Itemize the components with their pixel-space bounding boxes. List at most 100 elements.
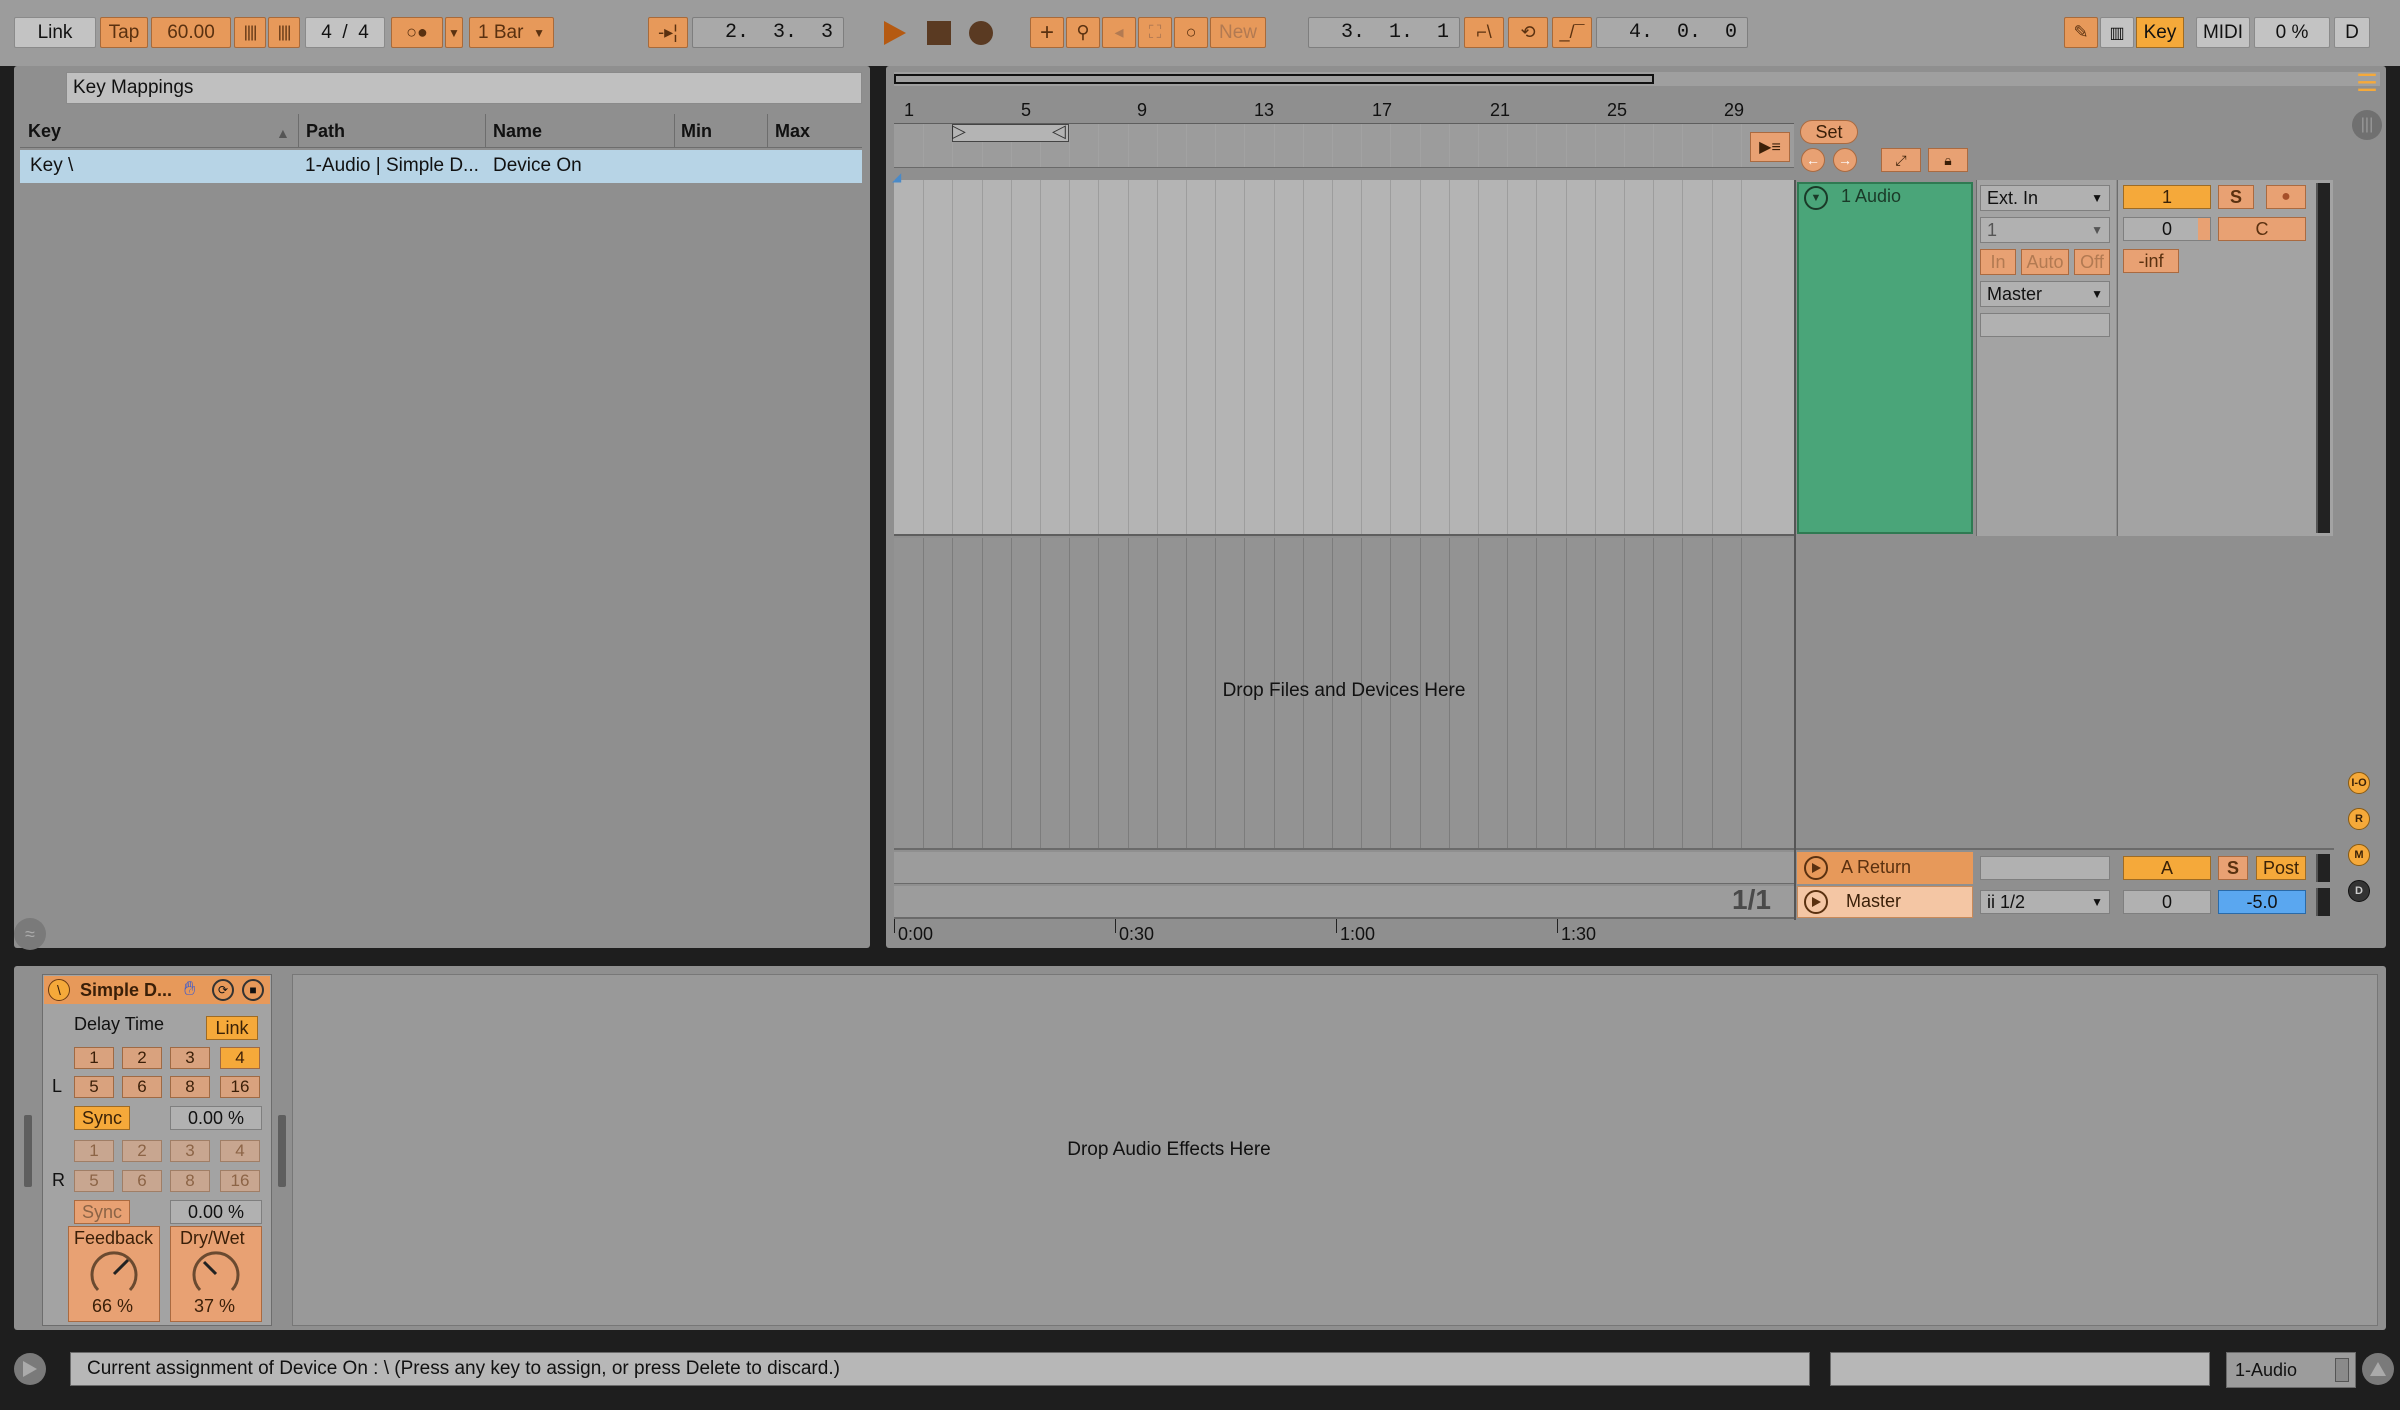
left-beat-6[interactable]: 6 (122, 1076, 162, 1098)
left-offset-field[interactable]: 0.00 % (170, 1106, 262, 1130)
return-output-select[interactable] (1980, 856, 2110, 880)
master-pan-field[interactable]: 0 (2123, 890, 2211, 914)
track-fold-button[interactable]: ▼ (1804, 186, 1828, 210)
groove-pool-button[interactable]: ≈ (14, 918, 46, 950)
loop-length-field[interactable]: 4. 0. 0 (1596, 17, 1748, 48)
metronome-button[interactable]: ○● (391, 17, 443, 48)
right-beat-6[interactable]: 6 (122, 1170, 162, 1192)
device-on-button[interactable]: \ (48, 979, 70, 1001)
overview-window[interactable] (894, 74, 1654, 84)
left-sync-toggle[interactable]: Sync (74, 1106, 130, 1130)
set-locator-button[interactable]: Set (1800, 120, 1858, 144)
return-track-lane[interactable] (894, 852, 1794, 884)
right-beat-5[interactable]: 5 (74, 1170, 114, 1192)
monitor-off-button[interactable]: Off (2074, 249, 2110, 275)
nudge-down-button[interactable]: |||| (234, 17, 266, 48)
play-button[interactable] (877, 17, 911, 48)
right-beat-3[interactable]: 3 (170, 1140, 210, 1162)
info-view-button[interactable] (14, 1353, 46, 1385)
current-track-display[interactable]: 1-Audio (2226, 1352, 2356, 1388)
previous-locator-button[interactable]: ← (1801, 148, 1825, 172)
tempo-field[interactable]: 60.00 (151, 17, 231, 48)
right-beat-16[interactable]: 16 (220, 1170, 260, 1192)
session-view-button[interactable]: ☰ (2352, 68, 2382, 98)
capture-button[interactable]: ⛶ (1138, 17, 1172, 48)
right-offset-field[interactable]: 0.00 % (170, 1200, 262, 1224)
arrangement-position[interactable]: 2. 3. 3 (692, 17, 844, 48)
punch-in-button[interactable]: ⌐\ (1464, 17, 1504, 48)
input-channel-select[interactable]: 1 ▼ (1980, 217, 2110, 243)
save-preset-icon[interactable]: ■ (242, 979, 264, 1001)
follow-button[interactable]: -▸¦ (648, 17, 688, 48)
loop-button[interactable]: ⟲ (1508, 17, 1548, 48)
punch-out-button[interactable]: _/¯ (1552, 17, 1592, 48)
column-name[interactable]: Name (493, 121, 542, 142)
left-beat-8[interactable]: 8 (170, 1076, 210, 1098)
input-type-select[interactable]: Ext. In ▼ (1980, 185, 2110, 211)
feedback-knob[interactable] (88, 1248, 140, 1300)
monitor-auto-button[interactable]: Auto (2021, 249, 2069, 275)
return-name[interactable]: A Return (1841, 857, 1911, 878)
left-beat-2[interactable]: 2 (122, 1047, 162, 1069)
return-fold-button[interactable] (1804, 856, 1828, 880)
link-button[interactable]: Link (14, 17, 96, 48)
pan-knob[interactable]: C (2218, 217, 2306, 241)
right-beat-1[interactable]: 1 (74, 1140, 114, 1162)
draw-mode-button[interactable]: ✎ (2064, 17, 2098, 48)
key-map-button[interactable]: Key (2136, 17, 2184, 48)
mixer-toggle-icon[interactable]: M (2348, 844, 2370, 866)
return-solo-button[interactable]: S (2218, 856, 2248, 880)
midi-map-button[interactable]: MIDI (2196, 17, 2250, 48)
nudge-up-button[interactable]: |||| (268, 17, 300, 48)
column-key[interactable]: Key (28, 121, 61, 142)
record-button[interactable] (964, 17, 998, 48)
return-activator-button[interactable]: A (2123, 856, 2211, 880)
master-track-lane[interactable] (894, 886, 1794, 918)
hand-icon[interactable]: ✋︎ (184, 978, 195, 1001)
right-beat-2[interactable]: 2 (122, 1140, 162, 1162)
audio-track-lane[interactable] (894, 180, 1794, 536)
right-beat-8[interactable]: 8 (170, 1170, 210, 1192)
master-fold-button[interactable] (1804, 890, 1828, 914)
arrangement-drop-area[interactable]: Drop Files and Devices Here (894, 538, 1794, 848)
link-toggle[interactable]: Link (206, 1016, 258, 1040)
time-ruler[interactable]: 0:00 0:30 1:00 1:30 (894, 918, 1794, 946)
audio-track-header[interactable] (1797, 182, 1973, 534)
lock-button[interactable]: 🔒︎ (1928, 148, 1968, 172)
master-name[interactable]: Master (1846, 891, 1901, 912)
hot-swap-icon[interactable]: ⟳ (212, 979, 234, 1001)
back-to-arrangement-button[interactable]: ◂ (1102, 17, 1136, 48)
left-beat-5[interactable]: 5 (74, 1076, 114, 1098)
master-volume-field[interactable]: -5.0 (2218, 890, 2306, 914)
right-beat-4[interactable]: 4 (220, 1140, 260, 1162)
next-locator-button[interactable]: → (1833, 148, 1857, 172)
output-channel-select[interactable] (1980, 313, 2110, 337)
io-toggle-icon[interactable]: I-O (2348, 772, 2370, 794)
delay-toggle-icon[interactable]: D (2348, 880, 2370, 902)
expand-detail-button[interactable] (2362, 1353, 2394, 1385)
new-clip-button[interactable]: New (1210, 17, 1266, 48)
automation-arm-button[interactable]: ⚲ (1066, 17, 1100, 48)
loop-bar-strip[interactable]: ▷ ◁ (894, 124, 1794, 168)
drywet-knob[interactable] (190, 1248, 242, 1300)
audio-effects-drop-area[interactable]: Drop Audio Effects Here (292, 974, 2378, 1326)
column-max[interactable]: Max (775, 121, 810, 142)
loop-start-field[interactable]: 3. 1. 1 (1308, 17, 1460, 48)
left-beat-1[interactable]: 1 (74, 1047, 114, 1069)
left-beat-3[interactable]: 3 (170, 1047, 210, 1069)
expand-tracks-button[interactable]: ⤢ (1881, 148, 1921, 172)
column-path[interactable]: Path (306, 121, 345, 142)
overdub-button[interactable]: + (1030, 17, 1064, 48)
stop-button[interactable] (922, 17, 956, 48)
track-name[interactable]: 1 Audio (1841, 186, 1901, 207)
time-signature-field[interactable]: 4 / 4 (305, 17, 385, 48)
computer-keyboard-button[interactable]: ▥ (2100, 17, 2134, 48)
arrangement-view-button[interactable]: ||| (2352, 110, 2382, 140)
metronome-menu[interactable]: ▼ (445, 17, 463, 48)
left-beat-16[interactable]: 16 (220, 1076, 260, 1098)
quantize-dropdown[interactable]: 1 Bar ▼ (469, 17, 554, 48)
arm-button[interactable]: ● (2266, 185, 2306, 209)
returns-toggle-icon[interactable]: R (2348, 808, 2370, 830)
output-select[interactable]: Master ▼ (1980, 281, 2110, 307)
tap-button[interactable]: Tap (100, 17, 148, 48)
